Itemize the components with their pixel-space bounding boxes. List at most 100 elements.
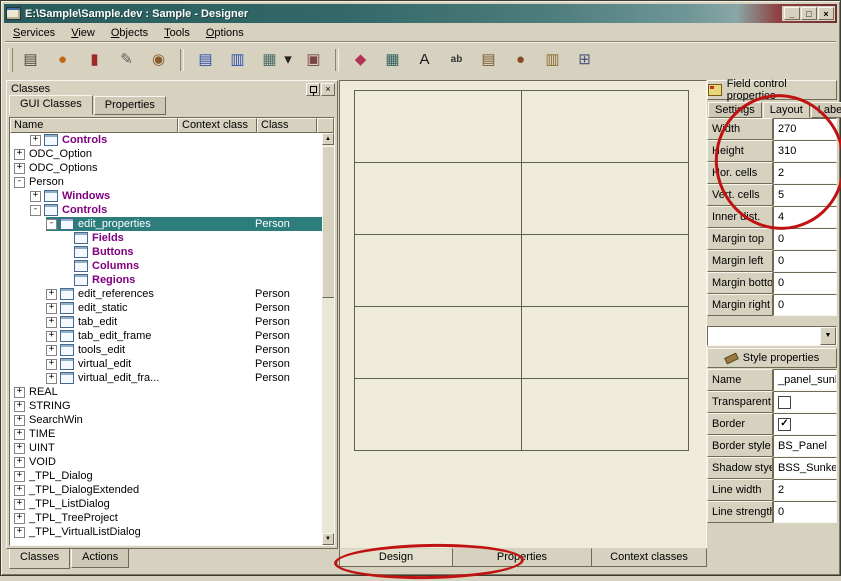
expand-icon[interactable]: +: [46, 317, 57, 328]
tree-row[interactable]: +STRING: [10, 399, 322, 413]
tree-row[interactable]: +UINT: [10, 441, 322, 455]
property-value[interactable]: 0: [773, 250, 837, 272]
checkbox-unchecked[interactable]: [778, 396, 791, 409]
property-value[interactable]: ✓: [773, 413, 837, 435]
collapse-icon[interactable]: -: [30, 205, 41, 216]
tree-row[interactable]: +_TPL_ListDialog: [10, 497, 322, 511]
toolbar-shape-red-button[interactable]: ◆: [348, 47, 373, 72]
expand-icon[interactable]: +: [14, 443, 25, 454]
tree-row[interactable]: +Windows: [10, 189, 322, 203]
toolbar-font-button[interactable]: A: [412, 47, 437, 72]
column-context-class[interactable]: Context class: [178, 118, 257, 133]
menu-item-view[interactable]: View: [63, 25, 103, 41]
toolbar-form-combo-button[interactable]: ▦: [257, 47, 282, 72]
expand-icon[interactable]: +: [46, 303, 57, 314]
style-properties-header[interactable]: Style properties: [707, 348, 837, 368]
expand-icon[interactable]: +: [30, 191, 41, 202]
toolbar-donut-button[interactable]: ◉: [146, 47, 171, 72]
expand-icon[interactable]: +: [14, 401, 25, 412]
toolbar-button-control-button[interactable]: ab: [444, 47, 469, 72]
menu-item-tools[interactable]: Tools: [156, 25, 198, 41]
design-grid[interactable]: [354, 90, 689, 451]
tree-row[interactable]: +_TPL_VirtualListDialog: [10, 525, 322, 539]
property-value[interactable]: 5: [773, 184, 837, 206]
toolbar-cabinet-button[interactable]: ▥: [540, 47, 565, 72]
minimize-button[interactable]: _: [784, 7, 800, 20]
tree-row[interactable]: +ODC_Options: [10, 161, 322, 175]
property-value[interactable]: BS_Panel: [773, 435, 837, 457]
title-bar[interactable]: E:\Sample\Sample.dev : Sample - Designer…: [4, 4, 837, 23]
pin-button[interactable]: [306, 83, 320, 96]
tree-row[interactable]: +tab_editPerson: [10, 315, 322, 329]
expand-icon[interactable]: +: [14, 149, 25, 160]
expand-icon[interactable]: +: [14, 415, 25, 426]
grid-cell[interactable]: [355, 235, 522, 307]
menu-item-objects[interactable]: Objects: [103, 25, 156, 41]
grid-cell[interactable]: [355, 163, 522, 235]
tree-row[interactable]: +_TPL_TreeProject: [10, 511, 322, 525]
tab-settings[interactable]: Settings: [708, 102, 762, 118]
style-combo[interactable]: ▼: [707, 326, 837, 346]
expand-icon[interactable]: +: [14, 457, 25, 468]
property-value[interactable]: 310: [773, 140, 837, 162]
toolbar-print-blue-2-button[interactable]: ▥: [225, 47, 250, 72]
grid-cell[interactable]: [522, 235, 689, 307]
expand-icon[interactable]: +: [14, 499, 25, 510]
tree-row[interactable]: +tools_editPerson: [10, 343, 322, 357]
property-value[interactable]: 0: [773, 294, 837, 316]
field-control-properties-header[interactable]: Field control properties: [707, 80, 837, 100]
menu-item-options[interactable]: Options: [198, 25, 252, 41]
tree-row[interactable]: -Controls: [10, 203, 322, 217]
toolbar-combo-dropdown-button[interactable]: ▾: [282, 47, 294, 72]
tree-row[interactable]: +_TPL_Dialog: [10, 469, 322, 483]
tree-row[interactable]: +VOID: [10, 455, 322, 469]
design-canvas[interactable]: [339, 80, 707, 549]
property-value[interactable]: 4: [773, 206, 837, 228]
toolbar-window-new-button[interactable]: ⊞: [572, 47, 597, 72]
tree-row[interactable]: +TIME: [10, 427, 322, 441]
panel-close-button[interactable]: ×: [321, 83, 335, 96]
maximize-button[interactable]: □: [801, 7, 817, 20]
expand-icon[interactable]: +: [30, 135, 41, 146]
toolbar-palette-button[interactable]: ●: [50, 47, 75, 72]
expand-icon[interactable]: +: [46, 373, 57, 384]
scrollbar-thumb[interactable]: [322, 146, 335, 298]
tree-row[interactable]: +virtual_editPerson: [10, 357, 322, 371]
property-value[interactable]: _panel_sunken: [773, 369, 837, 391]
toolbar-notebook-button[interactable]: ▮: [82, 47, 107, 72]
tree-row[interactable]: Columns: [10, 259, 322, 273]
toolbar-table-button[interactable]: ▦: [380, 47, 405, 72]
toolbar-class-view-button[interactable]: ▤: [18, 47, 43, 72]
grid-cell[interactable]: [355, 379, 522, 451]
tree-row[interactable]: +tab_edit_framePerson: [10, 329, 322, 343]
close-button[interactable]: ×: [818, 7, 834, 20]
expand-icon[interactable]: +: [14, 527, 25, 538]
tree-row[interactable]: +ODC_Option: [10, 147, 322, 161]
property-value[interactable]: 0: [773, 272, 837, 294]
toolbar-notebook-tabs-button[interactable]: ▤: [476, 47, 501, 72]
property-value[interactable]: BSS_Sunken: [773, 457, 837, 479]
tree-row[interactable]: +edit_staticPerson: [10, 301, 322, 315]
scroll-down-icon[interactable]: ▼: [322, 533, 334, 545]
tab-label[interactable]: Label: [811, 102, 841, 118]
tab-actions[interactable]: Actions: [71, 549, 129, 568]
tree-row[interactable]: +_TPL_DialogExtended: [10, 483, 322, 497]
tree-row[interactable]: -Person: [10, 175, 322, 189]
property-value[interactable]: [773, 391, 837, 413]
collapse-icon[interactable]: -: [46, 219, 57, 230]
property-value[interactable]: 2: [773, 479, 837, 501]
grid-cell[interactable]: [522, 307, 689, 379]
expand-icon[interactable]: +: [14, 163, 25, 174]
tree-row[interactable]: +SearchWin: [10, 413, 322, 427]
tab-properties-bottom[interactable]: Properties: [452, 548, 591, 567]
grid-cell[interactable]: [355, 91, 522, 163]
property-value[interactable]: 270: [773, 118, 837, 140]
tab-classes[interactable]: Classes: [9, 549, 70, 569]
tab-layout[interactable]: Layout: [763, 102, 810, 118]
tab-design[interactable]: Design: [339, 548, 452, 567]
toolbar-edit-form-button[interactable]: ✎: [114, 47, 139, 72]
tree-row[interactable]: Buttons: [10, 245, 322, 259]
tab-context-classes[interactable]: Context classes: [591, 548, 707, 567]
expand-icon[interactable]: +: [14, 429, 25, 440]
tree-row[interactable]: +virtual_edit_fra...Person: [10, 371, 322, 385]
